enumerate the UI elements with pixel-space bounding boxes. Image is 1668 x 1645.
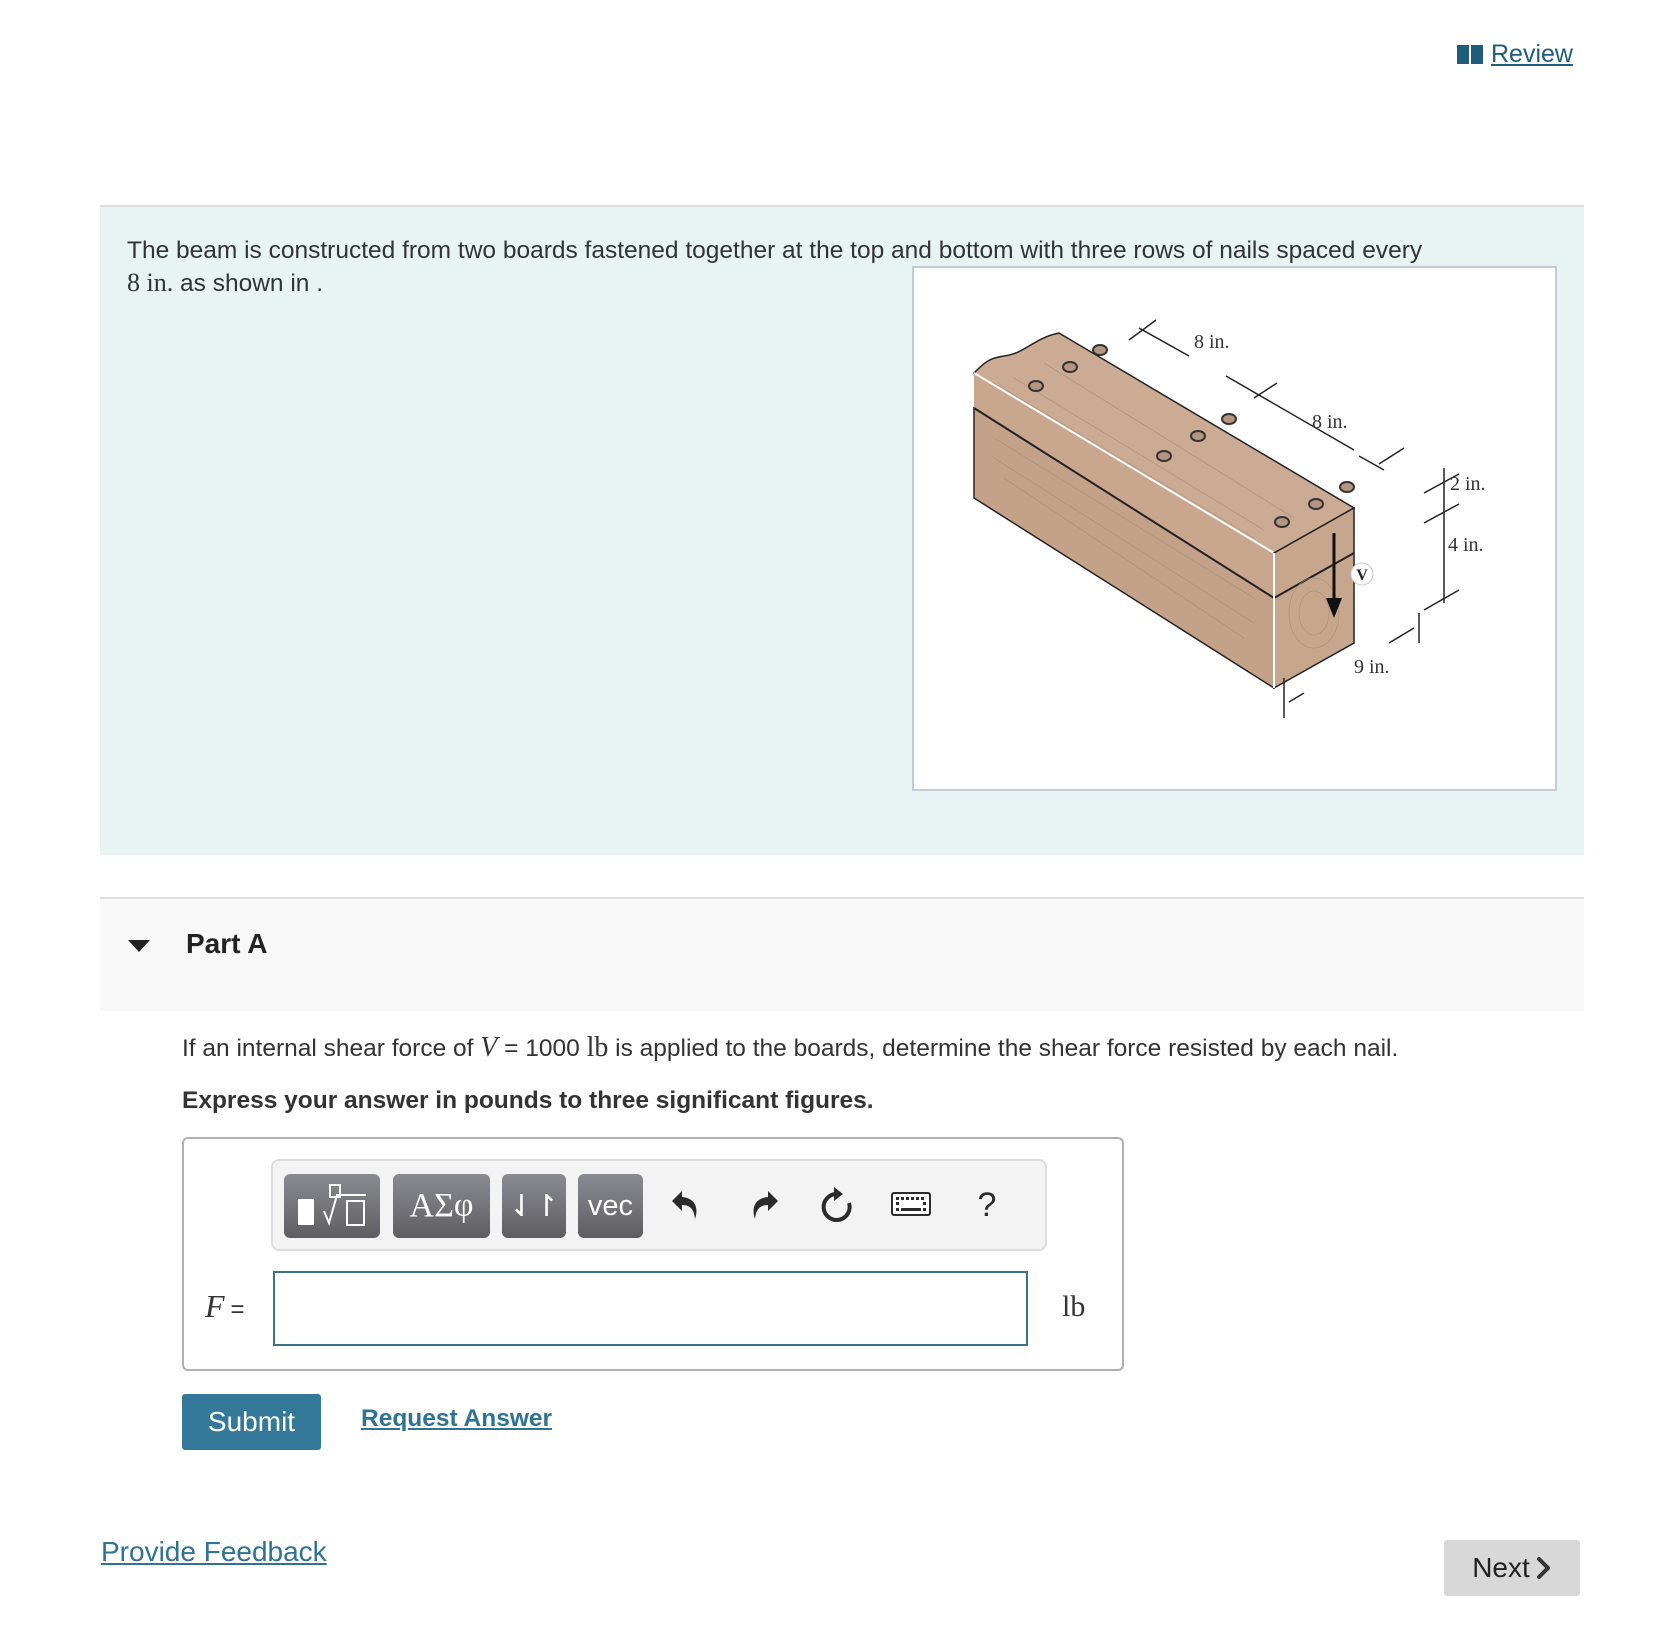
nail [1339, 481, 1355, 493]
book-icon [1457, 45, 1483, 64]
provide-feedback-link[interactable]: Provide Feedback [101, 1536, 327, 1568]
keyboard-icon[interactable] [888, 1182, 934, 1228]
answer-unit: lb [1062, 1290, 1086, 1323]
greek-symbols-button[interactable]: ΑΣφ [393, 1174, 490, 1238]
equals-sign: = [230, 1296, 245, 1323]
bottom-thickness-label: 4 in. [1448, 534, 1484, 556]
nail [1156, 450, 1172, 462]
redo-icon[interactable] [741, 1182, 787, 1228]
help-icon[interactable]: ? [964, 1182, 1010, 1228]
shear-label: V [1356, 567, 1368, 584]
spacing-label-2: 8 in. [1312, 411, 1348, 433]
variable-f: F [205, 1288, 225, 1324]
arrows-button[interactable]: ⇃↾ [502, 1174, 566, 1238]
submit-button[interactable]: Submit [182, 1394, 321, 1450]
spacing-value: 8 in. [127, 268, 174, 297]
next-label: Next [1472, 1552, 1530, 1583]
problem-text: The beam is constructed from two boards … [127, 237, 1423, 264]
question-text: If an internal shear force of V = 1000 l… [182, 1032, 1398, 1064]
collapse-caret-icon[interactable] [128, 940, 150, 952]
part-a-header[interactable] [100, 897, 1584, 1011]
nail [1092, 344, 1108, 356]
next-button[interactable]: Next [1444, 1540, 1580, 1596]
template-radical-icon [298, 1184, 366, 1227]
request-answer-link[interactable]: Request Answer [361, 1405, 552, 1433]
beam-figure[interactable]: V 8 in. 8 in. 2 in. 4 in. 9 in. [912, 266, 1557, 791]
templates-button[interactable] [284, 1174, 380, 1238]
nail [1062, 361, 1078, 373]
variable-v: V [480, 1032, 498, 1063]
nail [1221, 413, 1237, 425]
answer-instruction: Express your answer in pounds to three s… [182, 1087, 874, 1114]
question-suffix: is applied to the boards, determine the … [608, 1035, 1399, 1062]
question-value: = 1000 [497, 1035, 587, 1062]
reset-icon[interactable] [814, 1182, 860, 1228]
chevron-right-icon [1536, 1557, 1550, 1579]
vector-button[interactable]: vec [578, 1174, 643, 1238]
spacing-label-1: 8 in. [1194, 331, 1230, 353]
nail [1028, 380, 1044, 392]
width-label: 9 in. [1354, 656, 1390, 678]
problem-text-end: as shown in . [173, 270, 324, 297]
top-thickness-label: 2 in. [1450, 473, 1486, 495]
nail [1190, 430, 1206, 442]
beam-illustration: V 8 in. 8 in. 2 in. 4 in. 9 in. [972, 319, 1486, 718]
question-unit: lb [586, 1032, 609, 1063]
review-label: Review [1491, 40, 1573, 68]
nail [1308, 498, 1324, 510]
answer-input[interactable] [273, 1271, 1028, 1346]
review-link[interactable]: Review [1457, 40, 1573, 69]
question-prefix: If an internal shear force of [182, 1035, 481, 1062]
answer-variable-label: F = [205, 1288, 245, 1325]
nail [1274, 516, 1290, 528]
undo-icon[interactable] [663, 1182, 709, 1228]
part-title: Part A [186, 928, 268, 959]
